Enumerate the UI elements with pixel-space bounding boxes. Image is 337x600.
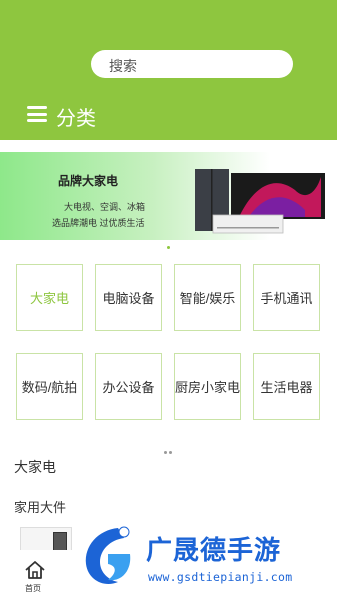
banner-line2: 选品牌潮电 过优质生活: [52, 218, 145, 228]
promo-banner[interactable]: 品牌大家电 大电视、空调、冰箱 选品牌潮电 过优质生活: [0, 152, 337, 240]
watermark-logo-icon: [85, 526, 131, 584]
carousel-indicator: [167, 246, 170, 249]
subsection-title: 家用大件: [14, 500, 67, 515]
banner-title: 品牌大家电: [58, 174, 119, 188]
category-kitchen[interactable]: 厨房小家电: [174, 353, 241, 420]
banner-appliances-image: [195, 169, 325, 234]
category-office[interactable]: 办公设备: [95, 353, 162, 420]
search-placeholder: 搜索: [109, 58, 137, 74]
search-input[interactable]: 搜索: [91, 50, 293, 78]
page-title: 分类: [56, 108, 96, 130]
category-mobile[interactable]: 手机通讯: [253, 264, 320, 331]
tab-home-label[interactable]: 首页: [25, 583, 41, 594]
header-bar: 搜索 分类: [0, 0, 337, 140]
section-title: 大家电: [14, 459, 56, 475]
menu-icon[interactable]: [27, 106, 47, 122]
category-smart-entertainment[interactable]: 智能/娱乐: [174, 264, 241, 331]
home-icon[interactable]: [24, 560, 46, 580]
watermark: 广晟德手游 www.gsdtiepianji.com: [74, 520, 337, 600]
category-life-appliances[interactable]: 生活电器: [253, 353, 320, 420]
watermark-url: www.gsdtiepianji.com: [148, 570, 293, 584]
category-digital-drones[interactable]: 数码/航拍: [16, 353, 83, 420]
category-big-appliances[interactable]: 大家电: [16, 264, 83, 331]
watermark-title: 广晟德手游: [146, 535, 282, 565]
category-computers[interactable]: 电脑设备: [95, 264, 162, 331]
banner-line1: 大电视、空调、冰箱: [64, 202, 146, 212]
tab-bar: 首页: [0, 550, 72, 600]
pager-dots: [164, 441, 174, 459]
